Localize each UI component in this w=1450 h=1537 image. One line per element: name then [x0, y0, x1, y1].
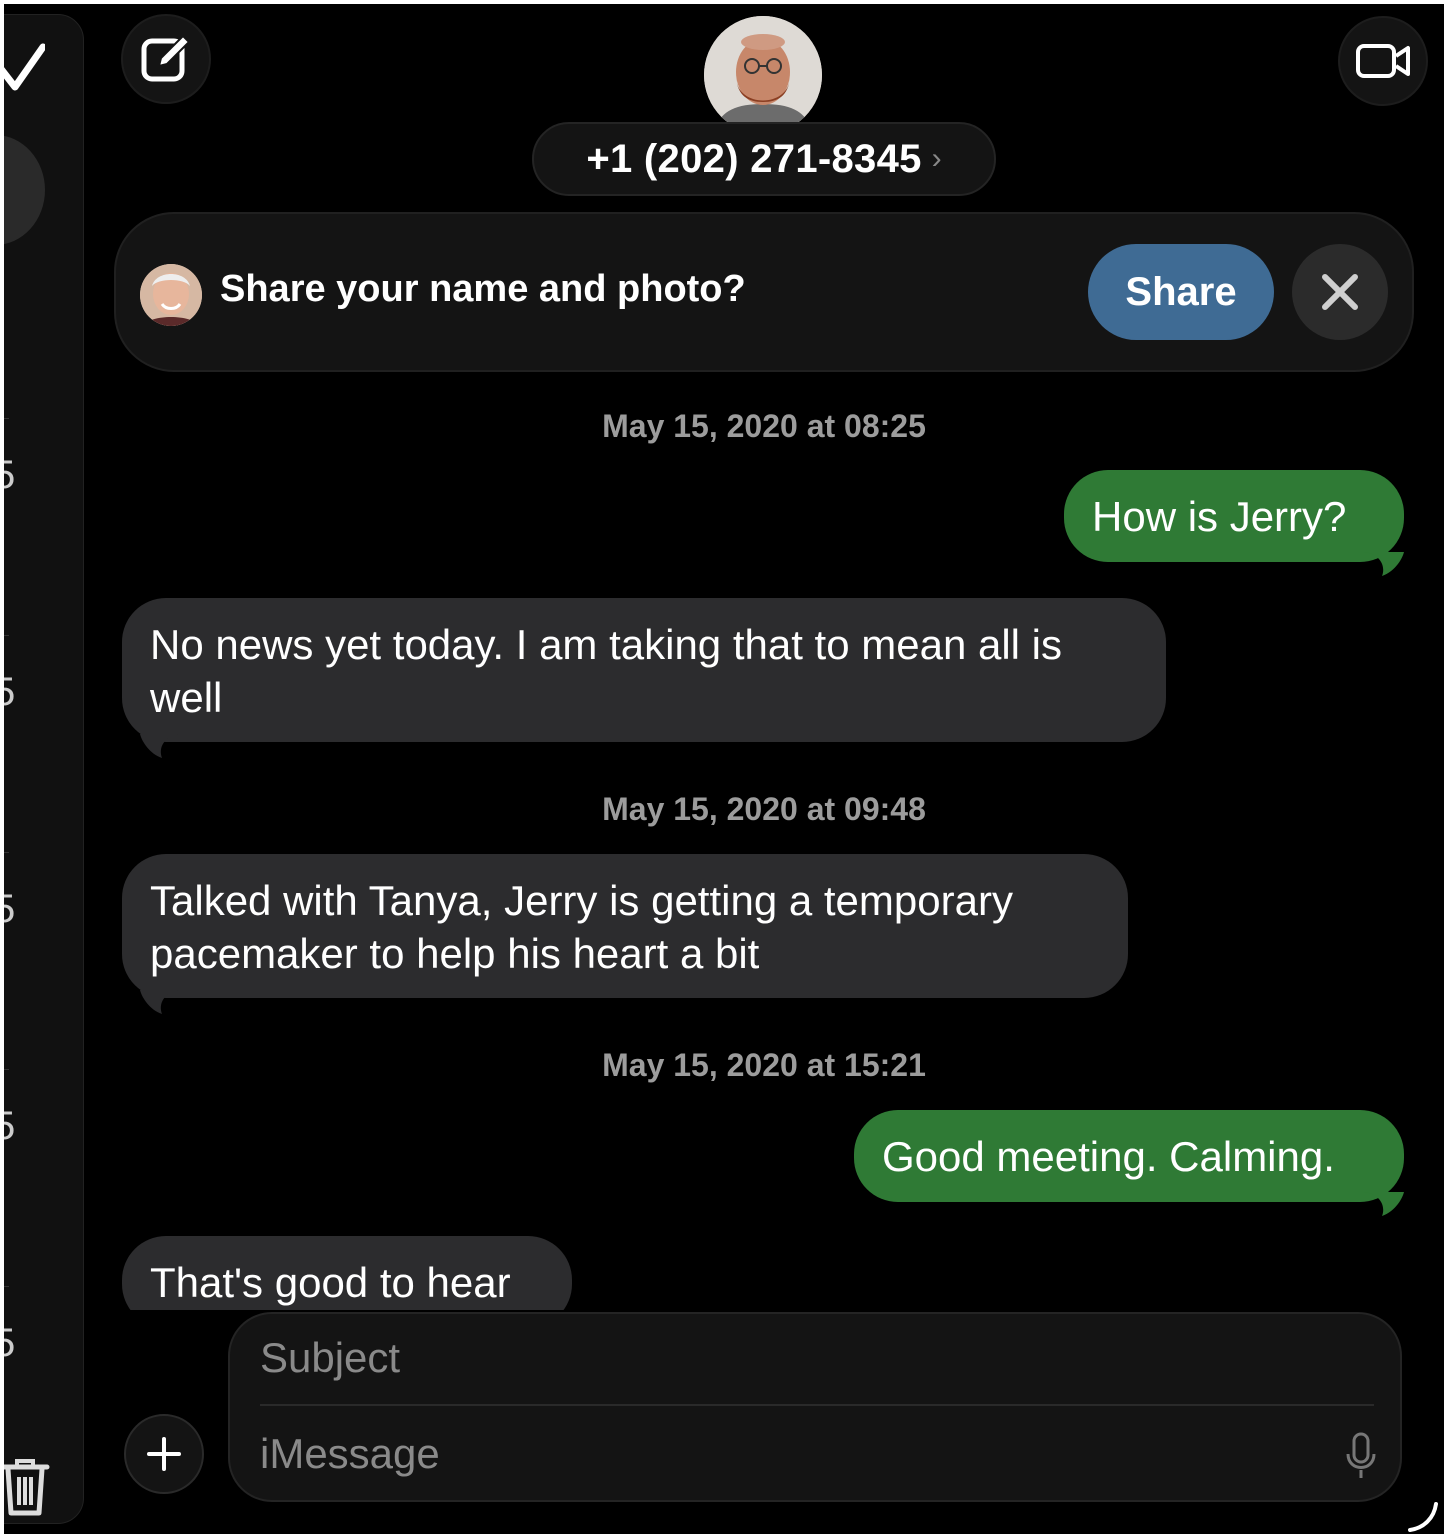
subject-field[interactable]: Subject — [260, 1334, 400, 1382]
message-timestamp: May 15, 2020 at 09:48 — [602, 791, 926, 827]
sidebar-digit: 5 — [4, 1321, 16, 1365]
add-attachment-button[interactable] — [124, 1414, 204, 1494]
messages-screen: 5 5 5 5 5 +1 (202) 271-8345 › Share your… — [4, 4, 1444, 1534]
bubble-tail — [140, 734, 180, 758]
compose-icon — [141, 34, 191, 82]
sidebar-digit: 5 — [4, 1104, 16, 1148]
message-text: No news yet today. I am taking that to m… — [150, 621, 1063, 721]
contact-phone-number: +1 (202) 271-8345 — [586, 136, 922, 181]
checkmark-icon[interactable] — [4, 43, 45, 93]
dismiss-share-button[interactable] — [1292, 244, 1388, 340]
outgoing-message-bubble[interactable]: Good meeting. Calming. — [854, 1110, 1404, 1202]
share-button[interactable]: Share — [1088, 244, 1274, 340]
sidebar-digit: 5 — [4, 453, 16, 497]
close-icon — [1322, 274, 1358, 310]
message-text: That's good to hear — [150, 1259, 511, 1306]
message-input[interactable]: iMessage — [260, 1430, 440, 1478]
trash-icon[interactable] — [4, 1455, 51, 1517]
message-text: Good meeting. Calming. — [882, 1133, 1335, 1180]
sidebar-selected-item[interactable] — [4, 135, 45, 245]
divider — [4, 635, 9, 636]
bubble-tail — [1364, 1192, 1404, 1216]
plus-icon — [147, 1437, 181, 1471]
contact-avatar[interactable] — [704, 16, 822, 134]
user-avatar — [140, 264, 202, 326]
incoming-message-bubble[interactable]: No news yet today. I am taking that to m… — [122, 598, 1166, 742]
divider — [4, 1286, 9, 1287]
video-call-button[interactable] — [1338, 16, 1428, 106]
message-timestamp: May 15, 2020 at 15:21 — [602, 1047, 926, 1083]
compose-button[interactable] — [121, 14, 211, 104]
message-text: How is Jerry? — [1092, 493, 1347, 540]
composer-divider — [260, 1404, 1374, 1406]
conversation-list-sidebar: 5 5 5 5 5 — [4, 14, 84, 1524]
incoming-message-bubble[interactable]: Talked with Tanya, Jerry is getting a te… — [122, 854, 1128, 998]
bubble-tail — [1364, 552, 1404, 576]
share-prompt-text: Share your name and photo? — [220, 268, 746, 310]
divider — [4, 852, 9, 853]
contact-header-button[interactable]: +1 (202) 271-8345 › — [532, 122, 996, 196]
microphone-icon[interactable] — [1344, 1432, 1378, 1480]
resize-handle-icon[interactable] — [1406, 1500, 1440, 1534]
chevron-right-icon: › — [931, 142, 942, 175]
message-text: Talked with Tanya, Jerry is getting a te… — [150, 877, 1013, 977]
bubble-tail — [140, 990, 180, 1014]
video-camera-icon — [1356, 44, 1410, 78]
outgoing-message-bubble[interactable]: How is Jerry? — [1064, 470, 1404, 562]
sidebar-digit: 5 — [4, 670, 16, 714]
sidebar-digit: 5 — [4, 887, 16, 931]
message-timestamp: May 15, 2020 at 08:25 — [602, 408, 926, 444]
